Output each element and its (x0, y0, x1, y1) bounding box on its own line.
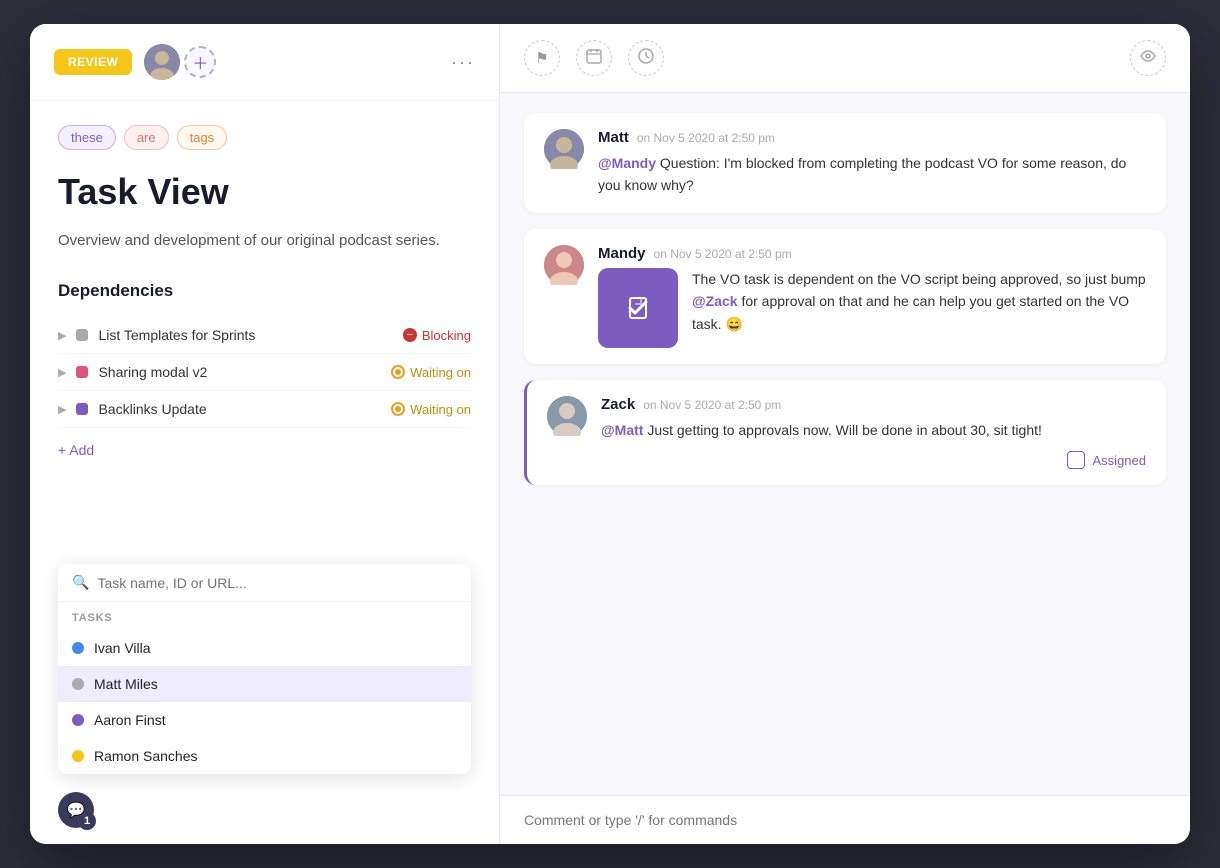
block-icon (403, 328, 417, 342)
dep-name: List Templates for Sprints (98, 327, 392, 343)
dep-status-dot (76, 329, 88, 341)
task-list-item-aaron[interactable]: Aaron Finst (58, 702, 471, 738)
mandy-content: The VO task is dependent on the VO scrip… (598, 268, 1146, 348)
mention-matt: @Matt (601, 422, 643, 438)
tag-tags[interactable]: tags (177, 125, 228, 150)
clock-icon (638, 48, 654, 68)
task-dot-gray (72, 678, 84, 690)
zack-name: Zack (601, 396, 635, 413)
clock-button[interactable] (628, 40, 664, 76)
task-list-item-ramon[interactable]: Ramon Sanches (58, 738, 471, 774)
zack-time: on Nov 5 2020 at 2:50 pm (643, 398, 781, 412)
left-bottom-bar: 💬 1 (30, 784, 499, 844)
more-options-button[interactable]: ··· (451, 52, 475, 73)
tag-are[interactable]: are (124, 125, 169, 150)
task-search-input[interactable] (97, 575, 457, 591)
task-title: Task View (58, 170, 471, 213)
search-icon: 🔍 (72, 574, 89, 591)
assigned-row: Assigned (601, 451, 1146, 469)
dep-status: Waiting on (391, 365, 471, 380)
dep-name: Backlinks Update (98, 401, 381, 417)
dep-status-dot (76, 366, 88, 378)
avatar-group: ＋ (144, 44, 216, 80)
dependency-item-3: ▶ Backlinks Update Waiting on (58, 391, 471, 428)
eye-icon (1140, 48, 1156, 68)
mention-zack: @Zack (692, 293, 738, 309)
tasks-section-label: TASKS (58, 602, 471, 630)
comment-input[interactable] (524, 812, 1166, 828)
task-dot-yellow (72, 750, 84, 762)
zack-avatar (547, 396, 587, 436)
chat-message-matt: Matt on Nov 5 2020 at 2:50 pm @Mandy Que… (524, 113, 1166, 213)
flag-icon: ⚑ (535, 49, 548, 67)
main-layout: REVIEW ＋ ··· these (30, 24, 1190, 844)
mandy-avatar (544, 245, 584, 285)
chevron-icon: ▶ (58, 403, 66, 416)
right-panel: ⚑ (500, 24, 1190, 844)
task-description: Overview and development of our original… (58, 229, 471, 253)
attachment-thumbnail[interactable] (598, 268, 678, 348)
matt-header-row: Matt on Nov 5 2020 at 2:50 pm (598, 129, 1146, 146)
task-dot-purple (72, 714, 84, 726)
chevron-icon: ▶ (58, 329, 66, 342)
right-header: ⚑ (500, 24, 1190, 93)
chevron-icon: ▶ (58, 366, 66, 379)
task-list-item-matt[interactable]: Matt Miles (58, 666, 471, 702)
matt-chat-body: Matt on Nov 5 2020 at 2:50 pm @Mandy Que… (598, 129, 1146, 197)
dep-status: Waiting on (391, 402, 471, 417)
task-list-item-ivan[interactable]: Ivan Villa (58, 630, 471, 666)
eye-button[interactable] (1130, 40, 1166, 76)
dependency-item-2: ▶ Sharing modal v2 Waiting on (58, 354, 471, 391)
chat-area: Matt on Nov 5 2020 at 2:50 pm @Mandy Que… (500, 93, 1190, 795)
user-avatar (144, 44, 180, 80)
chat-message-zack: Zack on Nov 5 2020 at 2:50 pm @Matt Just… (524, 380, 1166, 485)
comment-input-area (500, 795, 1190, 844)
chat-message-mandy: Mandy on Nov 5 2020 at 2:50 pm (524, 229, 1166, 364)
zack-chat-body: Zack on Nov 5 2020 at 2:50 pm @Matt Just… (601, 396, 1146, 469)
matt-time: on Nov 5 2020 at 2:50 pm (637, 131, 775, 145)
matt-avatar (544, 129, 584, 169)
zack-header-row: Zack on Nov 5 2020 at 2:50 pm (601, 396, 1146, 413)
calendar-icon (586, 48, 602, 68)
add-member-button[interactable]: ＋ (184, 46, 216, 78)
left-panel: REVIEW ＋ ··· these (30, 24, 500, 844)
matt-message-text: @Mandy Question: I'm blocked from comple… (598, 152, 1146, 197)
review-badge: REVIEW (54, 49, 132, 75)
left-content: these are tags Task View Overview and de… (30, 101, 499, 554)
tags-row: these are tags (58, 125, 471, 150)
mandy-time: on Nov 5 2020 at 2:50 pm (654, 247, 792, 261)
task-dot-blue (72, 642, 84, 654)
mandy-header-row: Mandy on Nov 5 2020 at 2:50 pm (598, 245, 1146, 262)
mention-mandy: @Mandy (598, 155, 656, 171)
tag-these[interactable]: these (58, 125, 116, 150)
left-header: REVIEW ＋ ··· (30, 24, 499, 101)
zack-message-text: @Matt Just getting to approvals now. Wil… (601, 419, 1146, 441)
add-dependency-button[interactable]: + Add (58, 442, 94, 458)
mandy-chat-body: Mandy on Nov 5 2020 at 2:50 pm (598, 245, 1146, 348)
notification-count: 1 (78, 812, 96, 830)
assigned-checkbox[interactable] (1067, 451, 1085, 469)
wait-icon (391, 365, 405, 379)
flag-button[interactable]: ⚑ (524, 40, 560, 76)
task-search-dropdown: 🔍 TASKS Ivan Villa Matt Miles Aaron Fins… (58, 564, 471, 774)
app-window: REVIEW ＋ ··· these (30, 24, 1190, 844)
dep-status: Blocking (403, 328, 471, 343)
dep-name: Sharing modal v2 (98, 364, 381, 380)
calendar-button[interactable] (576, 40, 612, 76)
mandy-name: Mandy (598, 245, 646, 262)
matt-name: Matt (598, 129, 629, 146)
notification-wrap: 💬 1 (58, 792, 94, 828)
mandy-message-text: The VO task is dependent on the VO scrip… (692, 268, 1146, 335)
search-input-row: 🔍 (58, 564, 471, 602)
assigned-label: Assigned (1093, 453, 1146, 468)
dependencies-heading: Dependencies (58, 281, 471, 301)
dep-status-dot (76, 403, 88, 415)
dependency-item-1: ▶ List Templates for Sprints Blocking (58, 317, 471, 354)
wait-icon (391, 402, 405, 416)
